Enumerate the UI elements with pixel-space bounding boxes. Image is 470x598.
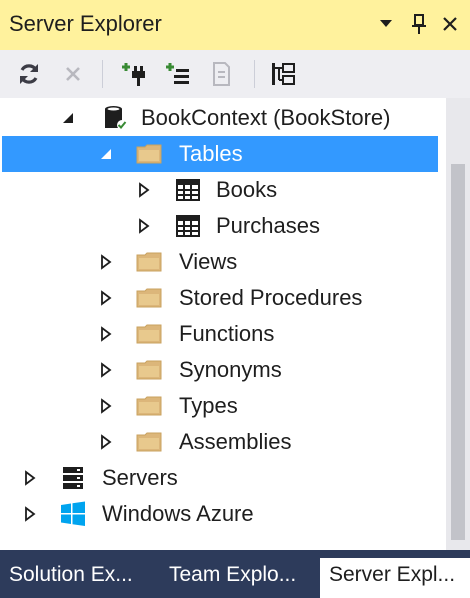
collapse-arrow[interactable] bbox=[58, 108, 78, 128]
expand-arrow[interactable] bbox=[96, 432, 116, 452]
hierarchy-icon bbox=[272, 63, 295, 85]
tree-node-types[interactable]: Types bbox=[0, 388, 446, 424]
tree-node-label: Functions bbox=[179, 321, 275, 346]
stop-button[interactable] bbox=[56, 58, 90, 90]
tab-team-explorer[interactable]: Team Explo... bbox=[160, 558, 316, 598]
table-icon bbox=[173, 175, 203, 205]
tab-server-explorer[interactable]: Server Expl... bbox=[320, 558, 470, 598]
panel-title: Server Explorer bbox=[9, 11, 162, 36]
database-icon bbox=[100, 103, 130, 133]
tree-node-windows-azure[interactable]: Windows Azure bbox=[0, 496, 446, 532]
connect-to-database-button[interactable] bbox=[160, 58, 194, 90]
close-icon bbox=[443, 17, 457, 31]
pin-icon bbox=[412, 14, 426, 34]
collapsed-triangle-icon bbox=[25, 506, 36, 522]
tree-node-assemblies[interactable]: Assemblies bbox=[0, 424, 446, 460]
expand-arrow[interactable] bbox=[134, 180, 154, 200]
tree-node-label: Synonyms bbox=[179, 357, 282, 382]
tree-node-label: Windows Azure bbox=[102, 501, 254, 526]
folder-icon bbox=[134, 391, 164, 421]
tree-node-label: Stored Procedures bbox=[179, 285, 363, 310]
tree-node-views[interactable]: Views bbox=[0, 244, 446, 280]
expand-arrow[interactable] bbox=[20, 468, 40, 488]
tree-node-stored-procedures[interactable]: Stored Procedures bbox=[0, 280, 446, 316]
folder-icon bbox=[134, 427, 164, 457]
expand-arrow[interactable] bbox=[96, 252, 116, 272]
stop-icon bbox=[66, 67, 80, 81]
tree-node-label: Purchases bbox=[216, 213, 320, 238]
tree-node-label: Assemblies bbox=[179, 429, 292, 454]
pin-button[interactable] bbox=[405, 8, 433, 40]
expand-arrow[interactable] bbox=[96, 360, 116, 380]
folder-icon bbox=[134, 283, 164, 313]
expand-arrow[interactable] bbox=[134, 216, 154, 236]
refresh-button[interactable] bbox=[12, 58, 46, 90]
tree-node-bookcontext[interactable]: BookContext (BookStore) bbox=[0, 100, 446, 136]
tree-node-functions[interactable]: Functions bbox=[0, 316, 446, 352]
explorer-toolbar bbox=[0, 50, 470, 98]
window-position-dropdown[interactable] bbox=[372, 8, 400, 40]
collapsed-triangle-icon bbox=[101, 434, 112, 450]
connect-to-server-button[interactable] bbox=[116, 58, 150, 90]
collapsed-triangle-icon bbox=[25, 470, 36, 486]
table-icon bbox=[173, 211, 203, 241]
collapsed-triangle-icon bbox=[101, 290, 112, 306]
tree-node-label: Tables bbox=[179, 141, 243, 166]
collapsed-triangle-icon bbox=[139, 182, 150, 198]
expanded-triangle-icon bbox=[101, 149, 111, 159]
add-database-icon bbox=[166, 63, 189, 84]
refresh-icon bbox=[20, 64, 38, 84]
explorer-tab-strip: Solution Ex... Team Explo... Server Expl… bbox=[0, 550, 470, 598]
server-icon bbox=[58, 463, 88, 493]
toolbar-separator bbox=[254, 60, 255, 88]
windows-logo-icon bbox=[58, 499, 88, 529]
document-icon bbox=[213, 62, 230, 86]
panel-titlebar: Server Explorer bbox=[0, 0, 470, 50]
chevron-down-icon bbox=[380, 20, 392, 27]
tree-node-label: Views bbox=[179, 249, 238, 274]
collapsed-triangle-icon bbox=[101, 398, 112, 414]
close-button[interactable] bbox=[436, 8, 464, 40]
folder-icon bbox=[134, 139, 164, 169]
tree-node-label: Servers bbox=[102, 465, 178, 490]
connect-to-sharepoint-button[interactable] bbox=[204, 58, 238, 90]
toolbar-separator bbox=[102, 60, 103, 88]
expand-arrow[interactable] bbox=[96, 324, 116, 344]
vertical-scrollbar[interactable] bbox=[446, 98, 470, 550]
expanded-triangle-icon bbox=[63, 113, 73, 123]
expand-arrow[interactable] bbox=[96, 288, 116, 308]
tree-node-label: BookContext (BookStore) bbox=[141, 105, 391, 130]
tree-node-purchases[interactable]: Purchases bbox=[0, 208, 446, 244]
server-tree: BookContext (BookStore) Tables Books Pur… bbox=[0, 98, 446, 550]
tree-node-label: Types bbox=[179, 393, 238, 418]
collapsed-triangle-icon bbox=[101, 362, 112, 378]
tree-node-synonyms[interactable]: Synonyms bbox=[0, 352, 446, 388]
scrollbar-thumb[interactable] bbox=[451, 164, 465, 540]
tree-node-servers[interactable]: Servers bbox=[0, 460, 446, 496]
collapsed-triangle-icon bbox=[139, 218, 150, 234]
plug-icon bbox=[122, 63, 145, 86]
expand-arrow[interactable] bbox=[20, 504, 40, 524]
collapsed-triangle-icon bbox=[101, 254, 112, 270]
connect-to-azure-button[interactable] bbox=[266, 58, 300, 90]
collapsed-triangle-icon bbox=[101, 326, 112, 342]
expand-arrow[interactable] bbox=[96, 396, 116, 416]
tree-node-books[interactable]: Books bbox=[0, 172, 446, 208]
folder-icon bbox=[134, 247, 164, 277]
tree-node-label: Books bbox=[216, 177, 278, 202]
folder-icon bbox=[134, 355, 164, 385]
folder-icon bbox=[134, 319, 164, 349]
tab-solution-explorer[interactable]: Solution Ex... bbox=[0, 558, 154, 598]
collapse-arrow[interactable] bbox=[96, 144, 116, 164]
tree-node-tables[interactable]: Tables bbox=[2, 136, 438, 172]
